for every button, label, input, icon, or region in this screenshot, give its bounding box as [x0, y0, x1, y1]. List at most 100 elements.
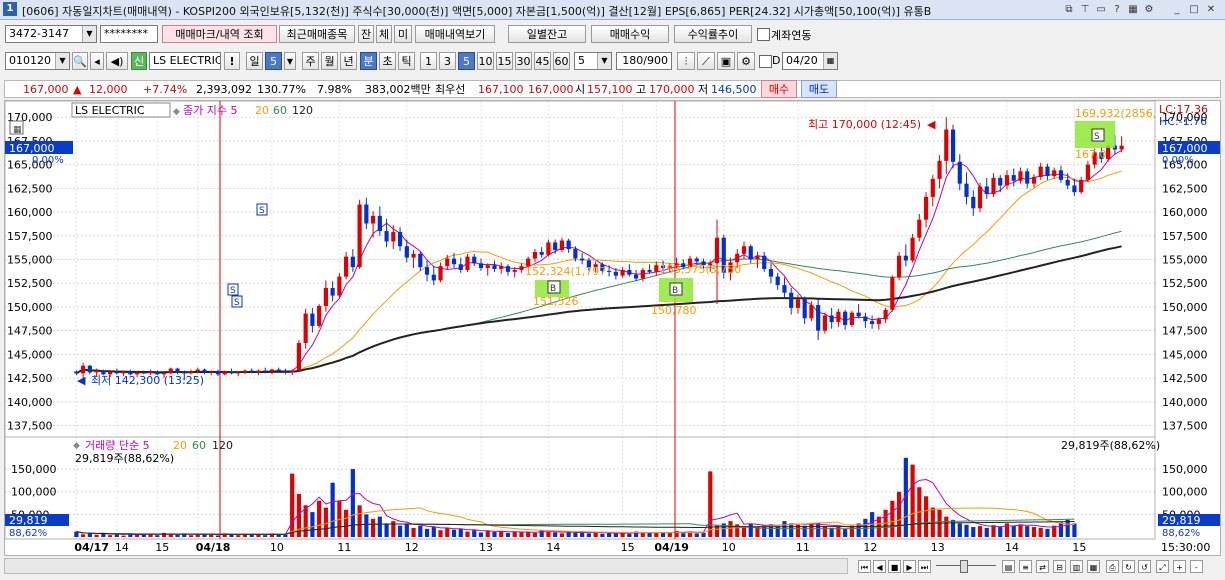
- tab-month[interactable]: 월: [321, 52, 338, 70]
- prev-icon[interactable]: ◀: [873, 560, 886, 573]
- list-icon[interactable]: ≡: [1019, 560, 1032, 573]
- print-icon[interactable]: ⎙: [1106, 560, 1119, 573]
- balance-button[interactable]: 잔: [358, 25, 374, 43]
- reset-icon[interactable]: ↺: [1138, 560, 1151, 573]
- price-change: 12,000: [89, 83, 128, 96]
- interval-60[interactable]: 60: [553, 52, 570, 70]
- price-tick-left: 137,500: [7, 420, 53, 433]
- executed-button[interactable]: 체: [376, 25, 392, 43]
- interval-3[interactable]: 3: [439, 52, 456, 70]
- daily-balance-button[interactable]: 일별잔고: [508, 25, 586, 43]
- password-field[interactable]: ********: [100, 25, 158, 43]
- tab-minute[interactable]: 분: [360, 52, 377, 70]
- candle-body: [782, 285, 787, 293]
- interval-45[interactable]: 45: [534, 52, 551, 70]
- sell-button[interactable]: 매도: [801, 80, 837, 98]
- refresh-icon[interactable]: ↻: [1122, 560, 1135, 573]
- candle-body: [748, 246, 753, 260]
- volume-bar: [188, 535, 194, 537]
- volume-bar: [829, 527, 834, 537]
- price-tick-right: 137,500: [1162, 420, 1208, 433]
- price-volume-chart[interactable]: 170,000170,000167,500167,500165,000165,0…: [4, 100, 1220, 555]
- fit-icon[interactable]: ⤢: [1156, 560, 1169, 573]
- chevron-down-icon[interactable]: ▼: [597, 53, 611, 69]
- save-icon[interactable]: ▣: [717, 52, 735, 70]
- return-trend-button[interactable]: 수익률추이: [674, 25, 752, 43]
- zoom-in-button[interactable]: +: [1173, 560, 1186, 573]
- volume-bar: [532, 532, 538, 537]
- interval-10[interactable]: 10: [477, 52, 494, 70]
- alert-icon[interactable]: !: [224, 52, 240, 70]
- stop-icon[interactable]: ■: [888, 560, 901, 573]
- volume-bar: [344, 509, 349, 537]
- chevron-down-icon[interactable]: ▼: [82, 26, 96, 42]
- recent-stocks-button[interactable]: 최근매매종목: [279, 25, 355, 43]
- zoom-out-button[interactable]: -: [1190, 560, 1203, 573]
- minimize-icon[interactable]: _: [1170, 3, 1184, 16]
- date-field[interactable]: 04/20 ▦: [782, 52, 838, 70]
- draw-tool-icon[interactable]: ⟋: [697, 52, 715, 70]
- interval-5[interactable]: 5: [458, 52, 475, 70]
- buy-button[interactable]: 매수: [761, 80, 797, 98]
- interval-30[interactable]: 30: [515, 52, 532, 70]
- pin-icon[interactable]: ◆: [173, 107, 180, 117]
- search-icon[interactable]: 🔍: [72, 52, 88, 70]
- last-icon[interactable]: ⏭: [918, 560, 931, 573]
- price-tick-left: 140,000: [7, 396, 53, 409]
- chart-type-icon[interactable]: ▤: [1002, 560, 1015, 573]
- grid-icon[interactable]: ▦: [1126, 3, 1140, 16]
- bars-icon[interactable]: ▥: [1070, 560, 1083, 573]
- candle-body: [344, 256, 349, 277]
- tab-trade-mark[interactable]: 매매마크/내역 조회: [162, 25, 277, 43]
- view-history-button[interactable]: 매매내역보기: [415, 25, 495, 43]
- volume-ratio: 130.77%: [257, 83, 306, 96]
- help-icon[interactable]: ?: [1110, 3, 1124, 16]
- zoom-slider-handle[interactable]: [960, 560, 968, 573]
- data-count-field[interactable]: 180/900: [616, 52, 672, 70]
- volume-bar: [843, 528, 848, 537]
- close-icon[interactable]: ✕: [1204, 3, 1218, 16]
- account-link-checkbox[interactable]: [757, 28, 770, 41]
- chevron-down-icon[interactable]: ▼: [284, 52, 296, 70]
- gear-icon[interactable]: ⚙: [737, 52, 755, 70]
- account-select[interactable]: 3472-3147 ▼: [5, 25, 97, 43]
- speaker-icon[interactable]: ◀): [106, 52, 128, 70]
- tab-year[interactable]: 년: [340, 52, 357, 70]
- settings-icon[interactable]: ⚙: [1142, 3, 1156, 16]
- calendar-icon[interactable]: ▦: [823, 53, 837, 69]
- arrow-left-icon[interactable]: ◂: [90, 52, 104, 70]
- volume-bar: [451, 529, 457, 537]
- horizontal-scrollbar[interactable]: [4, 558, 848, 574]
- date-checkbox[interactable]: [759, 55, 772, 68]
- split-icon[interactable]: ⊟: [1053, 560, 1066, 573]
- next-icon[interactable]: ▶: [903, 560, 916, 573]
- chart-area[interactable]: 170,000170,000167,500167,500165,000165,0…: [4, 100, 1221, 556]
- tab-day[interactable]: 일: [246, 52, 263, 70]
- interval-select[interactable]: 5 ▼: [574, 52, 612, 70]
- candle-body: [87, 365, 92, 373]
- volume-bar: [370, 518, 376, 537]
- link-icon[interactable]: ⧉: [1062, 3, 1076, 16]
- unexecuted-button[interactable]: 미: [394, 25, 412, 43]
- stock-code-input[interactable]: 010120 ▼: [5, 52, 70, 70]
- pin-icon[interactable]: ⊤: [1078, 3, 1092, 16]
- table-icon[interactable]: ▦: [1087, 560, 1100, 573]
- interval-15[interactable]: 15: [496, 52, 513, 70]
- maximize-icon[interactable]: □: [1187, 3, 1201, 16]
- chevron-down-icon[interactable]: ▼: [55, 53, 69, 69]
- first-icon[interactable]: ⏮: [858, 560, 871, 573]
- candle-body: [843, 311, 848, 325]
- period-number[interactable]: 5: [265, 52, 282, 70]
- compare-icon[interactable]: ⇄: [1036, 560, 1049, 573]
- restore-small-icon[interactable]: ▭: [1094, 3, 1108, 16]
- candle-body: [411, 253, 416, 258]
- trade-profit-button[interactable]: 매매수익: [591, 25, 669, 43]
- tab-tick[interactable]: 틱: [398, 52, 415, 70]
- tab-second[interactable]: 초: [379, 52, 396, 70]
- legend-ma5: 종가 지수 5: [183, 104, 237, 117]
- tab-week[interactable]: 주: [302, 52, 319, 70]
- candle-body: [431, 274, 436, 281]
- candle-icon[interactable]: ⫶: [677, 52, 695, 70]
- sell-marker-b-label: S: [234, 298, 240, 308]
- interval-1[interactable]: 1: [420, 52, 437, 70]
